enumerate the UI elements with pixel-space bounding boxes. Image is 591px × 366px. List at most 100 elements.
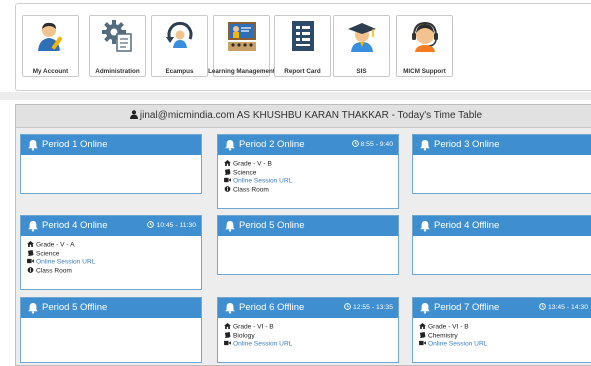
book-icon [224,331,231,338]
period-card-header: Period 1 Online [21,135,201,155]
book-icon [419,331,426,338]
period-card-body [413,236,591,241]
room-row: Class Room [224,185,392,195]
my-account-tile[interactable]: My Account [22,15,79,77]
period-card-header: Period 3 Online [413,135,591,155]
period-card: Period 5 Online [217,215,399,275]
period-title: Period 3 Online [434,139,500,150]
online-session-link[interactable]: Online Session URL [36,259,95,266]
home-icon [224,160,231,166]
room-text: Class Room [233,186,269,194]
bell-icon [420,140,430,151]
grade-row: Grade - V - B [224,160,392,169]
period-card-header: Period 4 Offline [413,216,591,236]
report-card-tile[interactable]: Report Card [274,15,331,77]
period-title: Period 4 Offline [434,220,500,231]
period-card: Period 7 Offline 13:45 - 14:30 Grade - VI … [412,297,591,363]
video-icon [224,178,231,183]
bell-icon [225,221,235,232]
subject-text: Biology [233,332,255,340]
subject-row: Biology [224,331,392,341]
period-card-body [413,155,591,160]
clock-icon [351,140,359,147]
period-title: Period 2 Online [239,139,305,150]
tile-label: MICM Support [403,68,446,75]
period-card-body [218,236,398,241]
period-time-text: 12:55 - 13:35 [352,304,393,311]
period-time: 13:45 - 14:30 [539,303,588,313]
period-time-text: 13:45 - 14:30 [547,304,588,311]
grade-row: Grade - VI - B [419,323,587,332]
clock-icon [344,303,351,310]
home-icon [419,323,426,329]
session-row: Online Session URL [27,258,195,267]
period-title: Period 6 Offline [239,302,305,313]
period-card-header: Period 4 Online 10:45 - 11:30 [21,216,201,236]
timetable-panel: jinal@micmindia.com AS KHUSHBU KARAN THA… [15,104,591,366]
online-session-link[interactable]: Online Session URL [233,341,292,348]
bell-icon [225,303,235,314]
report-card-icon [292,21,314,51]
period-card-body: Grade - VI - B Chemistry Online Session UR… [413,318,591,349]
session-row: Online Session URL [224,177,392,186]
app-shortcut-bar: My Account Administration Ecampus Learni… [0,0,591,93]
grade-text: Grade - VI - B [233,323,274,331]
tile-label: Learning Management [208,68,275,75]
bell-icon [28,140,38,151]
period-card-body [21,155,201,160]
online-session-link[interactable]: Online Session URL [233,178,292,185]
user-icon [129,110,138,119]
period-card-body: Grade - V - A Science Online Session URL Cl… [21,236,201,275]
period-card: Period 4 Online 10:45 - 11:30 Grade - V - … [20,215,202,290]
bell-icon [28,303,38,314]
tile-label: SIS [356,68,367,75]
shortcut-panel: My Account Administration Ecampus Learni… [15,3,591,91]
ecampus-tile[interactable]: Ecampus [151,15,208,77]
bell-icon [420,303,430,314]
clock-icon [147,221,155,228]
clock-icon [539,303,546,310]
online-session-link[interactable]: Online Session URL [428,341,487,348]
period-card: Period 4 Offline [412,215,591,275]
grade-text: Grade - V - A [36,241,75,249]
period-card-header: Period 6 Offline 12:55 - 13:35 [218,298,398,318]
subject-text: Science [36,250,60,258]
presentation-icon [228,22,256,51]
home-icon [27,241,34,247]
video-icon [224,341,231,346]
period-title: Period 7 Offline [434,302,500,313]
period-card: Period 6 Offline 12:55 - 13:35 Grade - VI … [217,297,399,363]
administration-tile[interactable]: Administration [89,15,146,77]
period-title: Period 1 Online [42,139,108,150]
session-row: Online Session URL [419,340,587,349]
period-time: 8:55 - 9:40 [351,140,393,150]
ecampus-cycle-icon [166,21,193,48]
headset-icon [412,21,438,52]
grade-row: Grade - V - A [27,241,195,250]
user-pen-icon [38,22,63,51]
tile-label: My Account [32,68,69,75]
video-icon [419,341,426,346]
graduate-icon [348,23,376,52]
session-row: Online Session URL [224,340,392,349]
subject-text: Chemistry [428,332,458,340]
period-card-header: Period 7 Offline 13:45 - 14:30 [413,298,591,318]
bell-icon [225,140,235,151]
period-card-header: Period 2 Online 8:55 - 9:40 [218,135,398,155]
timetable-title: jinal@micmindia.com AS KHUSHBU KARAN THA… [139,110,483,121]
period-card-body: Grade - VI - B Biology Online Session URL [218,318,398,349]
grade-row: Grade - VI - B [224,323,392,332]
info-icon [27,266,34,273]
tile-label: Administration [95,68,140,75]
micm-support-tile[interactable]: MICM Support [396,15,453,77]
learning-management-tile[interactable]: Learning Management [208,15,275,77]
info-icon [224,185,231,192]
period-title: Period 5 Online [239,220,305,231]
period-card-header: Period 5 Online [218,216,398,236]
tile-label: Ecampus [165,68,194,75]
period-card: Period 1 Online [20,134,202,194]
room-row: Class Room [27,266,195,276]
sis-tile[interactable]: SIS [333,15,390,77]
grade-text: Grade - V - B [233,160,272,168]
period-card: Period 5 Offline [20,297,202,363]
